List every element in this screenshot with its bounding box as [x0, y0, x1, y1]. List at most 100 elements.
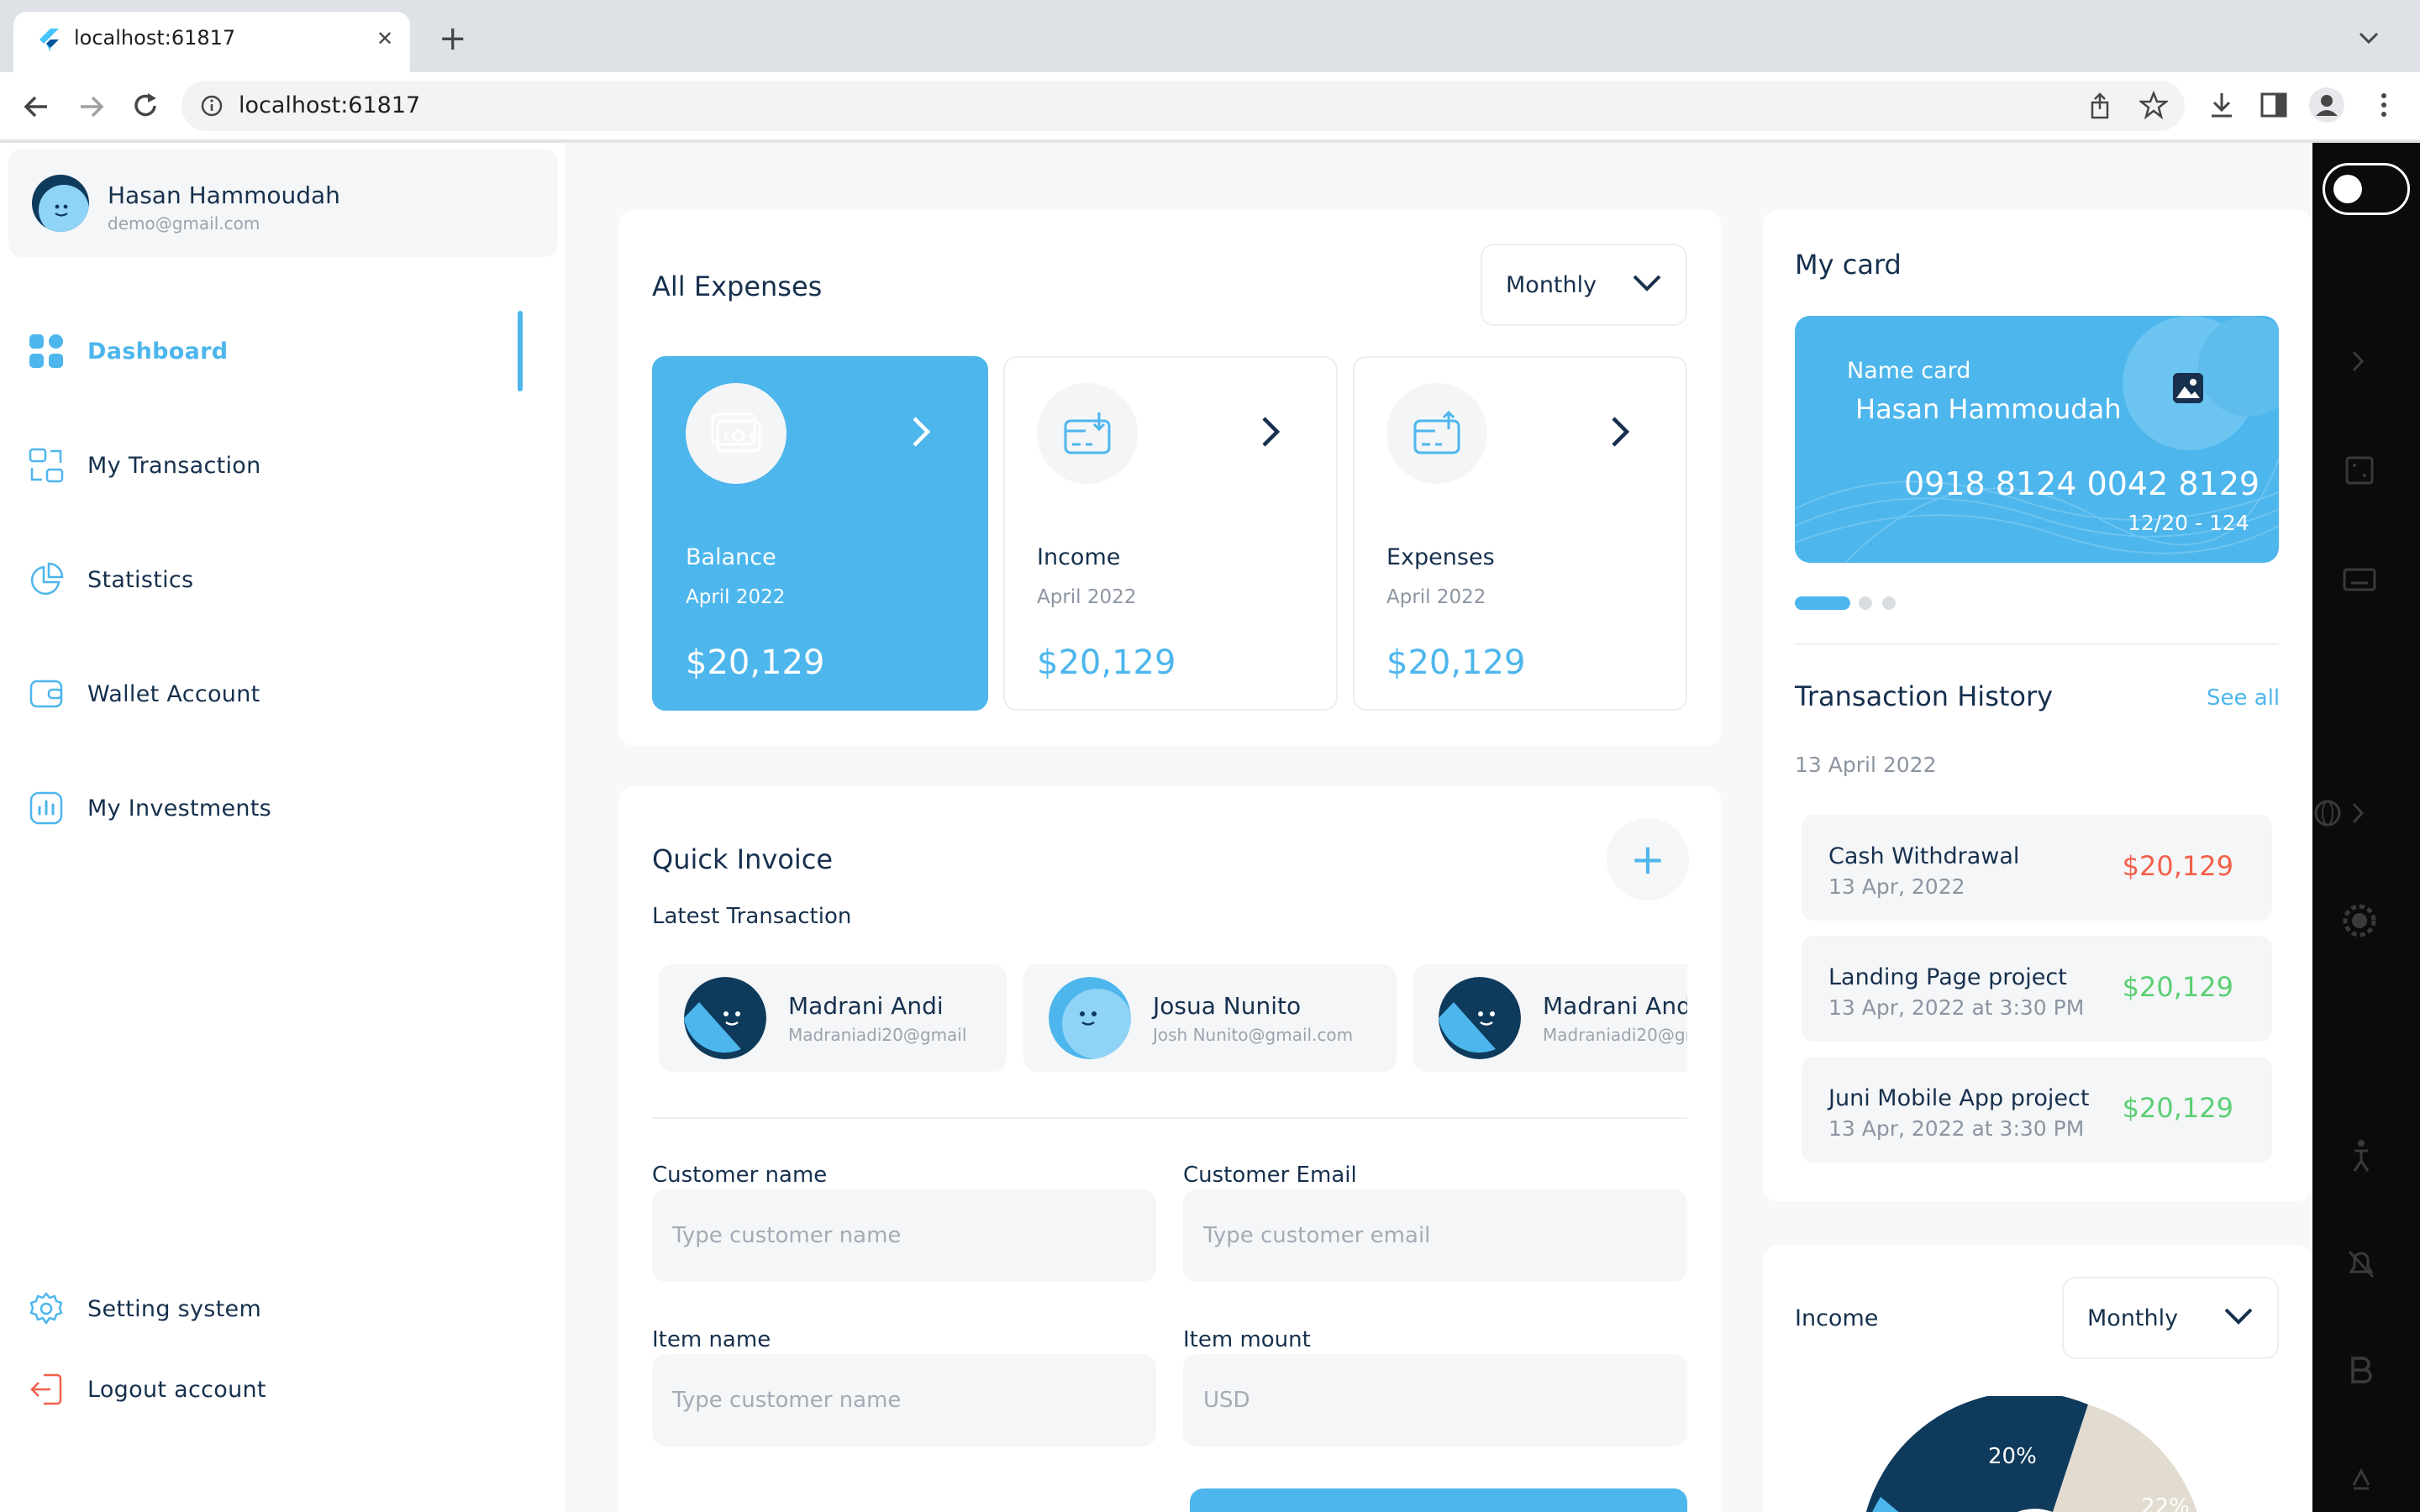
bold-icon[interactable]	[2349, 1356, 2373, 1388]
profile-icon[interactable]	[2309, 87, 2344, 123]
carousel-dot[interactable]	[1882, 596, 1896, 610]
contacts-scroller[interactable]: Madrani Andi Madraniadi20@gmail Josua Nu…	[652, 961, 1687, 1075]
chevron-right-icon[interactable]	[911, 415, 931, 452]
back-button[interactable]	[22, 92, 50, 124]
add-invoice-button[interactable]: +	[1607, 818, 1689, 900]
brightness-icon[interactable]	[2341, 902, 2378, 942]
dropdown-value: Monthly	[1506, 271, 1597, 298]
balance-amount: $20,129	[686, 643, 825, 682]
transaction-item[interactable]: Juni Mobile App project 13 Apr, 2022 at …	[1802, 1057, 2272, 1163]
tab-list-chevron-icon[interactable]	[2358, 30, 2380, 47]
donut-label-20: 20%	[1988, 1444, 2037, 1469]
tab-title: localhost:61817	[74, 26, 236, 50]
sidebar-item-wallet-account[interactable]: Wallet Account	[27, 669, 531, 719]
latest-transaction-label: Latest Transaction	[652, 904, 852, 929]
customer-email-input[interactable]	[1183, 1189, 1687, 1282]
chrome-menu-icon[interactable]	[2380, 92, 2388, 121]
all-expenses-title: All Expenses	[652, 270, 823, 302]
investment-icon	[27, 789, 66, 827]
transaction-date: 13 Apr, 2022	[1828, 874, 1965, 899]
transaction-item[interactable]: Landing Page project 13 Apr, 2022 at 3:3…	[1802, 936, 2272, 1042]
divider	[652, 1117, 1687, 1119]
transaction-icon	[27, 446, 66, 485]
side-panel-icon[interactable]	[2260, 92, 2287, 121]
send-invoice-button[interactable]	[1190, 1488, 1687, 1512]
close-tab-icon[interactable]: ✕	[376, 29, 393, 49]
sidebar-item-dashboard[interactable]: Dashboard	[27, 326, 531, 376]
download-icon[interactable]	[2208, 91, 2235, 123]
chevron-right-icon[interactable]	[2351, 801, 2365, 828]
chevron-right-icon[interactable]	[2351, 349, 2365, 376]
notifications-off-icon[interactable]	[2346, 1248, 2376, 1284]
income-period-dropdown[interactable]: Monthly	[2062, 1277, 2279, 1359]
transaction-item[interactable]: Cash Withdrawal 13 Apr, 2022 $20,129	[1802, 815, 2272, 921]
transaction-amount: $20,129	[2122, 850, 2233, 882]
sidebar-item-my-transaction[interactable]: My Transaction	[27, 440, 531, 491]
income-date: April 2022	[1037, 586, 1137, 608]
profile-avatar[interactable]	[32, 175, 89, 232]
sidebar-item-statistics[interactable]: Statistics	[27, 554, 531, 605]
share-icon[interactable]	[2087, 92, 2112, 123]
divider	[1795, 643, 2279, 645]
transaction-date: 13 Apr, 2022 at 3:30 PM	[1828, 1116, 2085, 1141]
keyboard-icon[interactable]	[2343, 568, 2376, 595]
sidebar-item-label: My Transaction	[87, 452, 261, 479]
new-tab-button[interactable]: +	[439, 22, 467, 55]
money-icon	[686, 383, 786, 484]
contact-email: Josh Nunito@gmail.com	[1153, 1024, 1354, 1045]
item-name-input[interactable]	[652, 1354, 1156, 1446]
expenses-date: April 2022	[1386, 586, 1486, 608]
income-amount: $20,129	[1037, 643, 1176, 682]
forward-button[interactable]	[77, 92, 106, 124]
accessibility-icon[interactable]	[2348, 1139, 2375, 1176]
sidebar-item-my-investments[interactable]: My Investments	[27, 783, 531, 833]
sidebar-item-logout-account[interactable]: Logout account	[27, 1364, 531, 1415]
balance-label: Balance	[686, 544, 776, 570]
chevron-right-icon[interactable]	[1610, 415, 1630, 452]
customer-name-input[interactable]	[652, 1189, 1156, 1282]
chevron-right-icon[interactable]	[1260, 415, 1281, 452]
expenses-period-dropdown[interactable]: Monthly	[1481, 244, 1687, 326]
customer-email-label: Customer Email	[1183, 1163, 1357, 1188]
sidebar-item-setting-system[interactable]: Setting system	[27, 1284, 531, 1334]
carousel-dot[interactable]	[1859, 596, 1872, 610]
transaction-title: Juni Mobile App project	[1828, 1085, 2090, 1111]
sidebar-item-label: Dashboard	[87, 338, 229, 365]
transaction-amount: $20,129	[2122, 971, 2233, 1003]
pie-chart-icon	[27, 560, 66, 599]
card-download-icon	[1037, 383, 1138, 484]
see-all-link[interactable]: See all	[2207, 685, 2280, 711]
income-donut-chart: 20% 22%	[1865, 1396, 2197, 1512]
profile-name: Hasan Hammoudah	[108, 181, 340, 209]
contact-avatar	[1049, 977, 1131, 1059]
credit-card[interactable]: Name card Hasan Hammoudah 0918 8124 0042…	[1795, 316, 2279, 563]
bookmark-star-icon[interactable]	[2138, 90, 2170, 123]
url-text[interactable]: localhost:61817	[239, 92, 420, 118]
card-number: 0918 8124 0042 8129	[1904, 465, 2260, 502]
text-size-icon[interactable]	[2351, 1467, 2371, 1494]
flutter-favicon-icon	[39, 29, 59, 52]
theme-toggle[interactable]	[2323, 163, 2410, 215]
contact-email: Madraniadi20@gmail	[788, 1024, 967, 1045]
contact-name: Madrani Andi	[1543, 991, 1687, 1020]
income-chart-panel: Income Monthly 20% 22%	[1763, 1245, 2312, 1512]
chevron-down-icon	[2223, 1305, 2254, 1331]
balance-date: April 2022	[686, 586, 786, 608]
expenses-label: Expenses	[1386, 544, 1495, 570]
contact-chip[interactable]: Josua Nunito Josh Nunito@gmail.com	[1023, 964, 1397, 1072]
grid-icon[interactable]	[2344, 455, 2375, 489]
item-amount-input[interactable]	[1183, 1354, 1687, 1446]
wallet-icon	[27, 675, 66, 713]
reload-button[interactable]	[131, 91, 160, 124]
sidebar-item-label: Wallet Account	[87, 680, 260, 707]
donut-segment-navy	[1865, 1396, 2088, 1512]
site-info-icon[interactable]	[200, 94, 224, 121]
address-bar[interactable]	[182, 81, 2185, 131]
globe-icon[interactable]	[2312, 798, 2343, 832]
carousel-dot-active[interactable]	[1795, 596, 1850, 610]
my-card-title: My card	[1795, 249, 1902, 281]
sidebar-item-label: Statistics	[87, 566, 194, 593]
contact-chip[interactable]: Madrani Andi Madraniadi20@gmail	[1413, 964, 1687, 1072]
contact-chip[interactable]: Madrani Andi Madraniadi20@gmail	[659, 964, 1007, 1072]
card-upload-icon	[1386, 383, 1487, 484]
